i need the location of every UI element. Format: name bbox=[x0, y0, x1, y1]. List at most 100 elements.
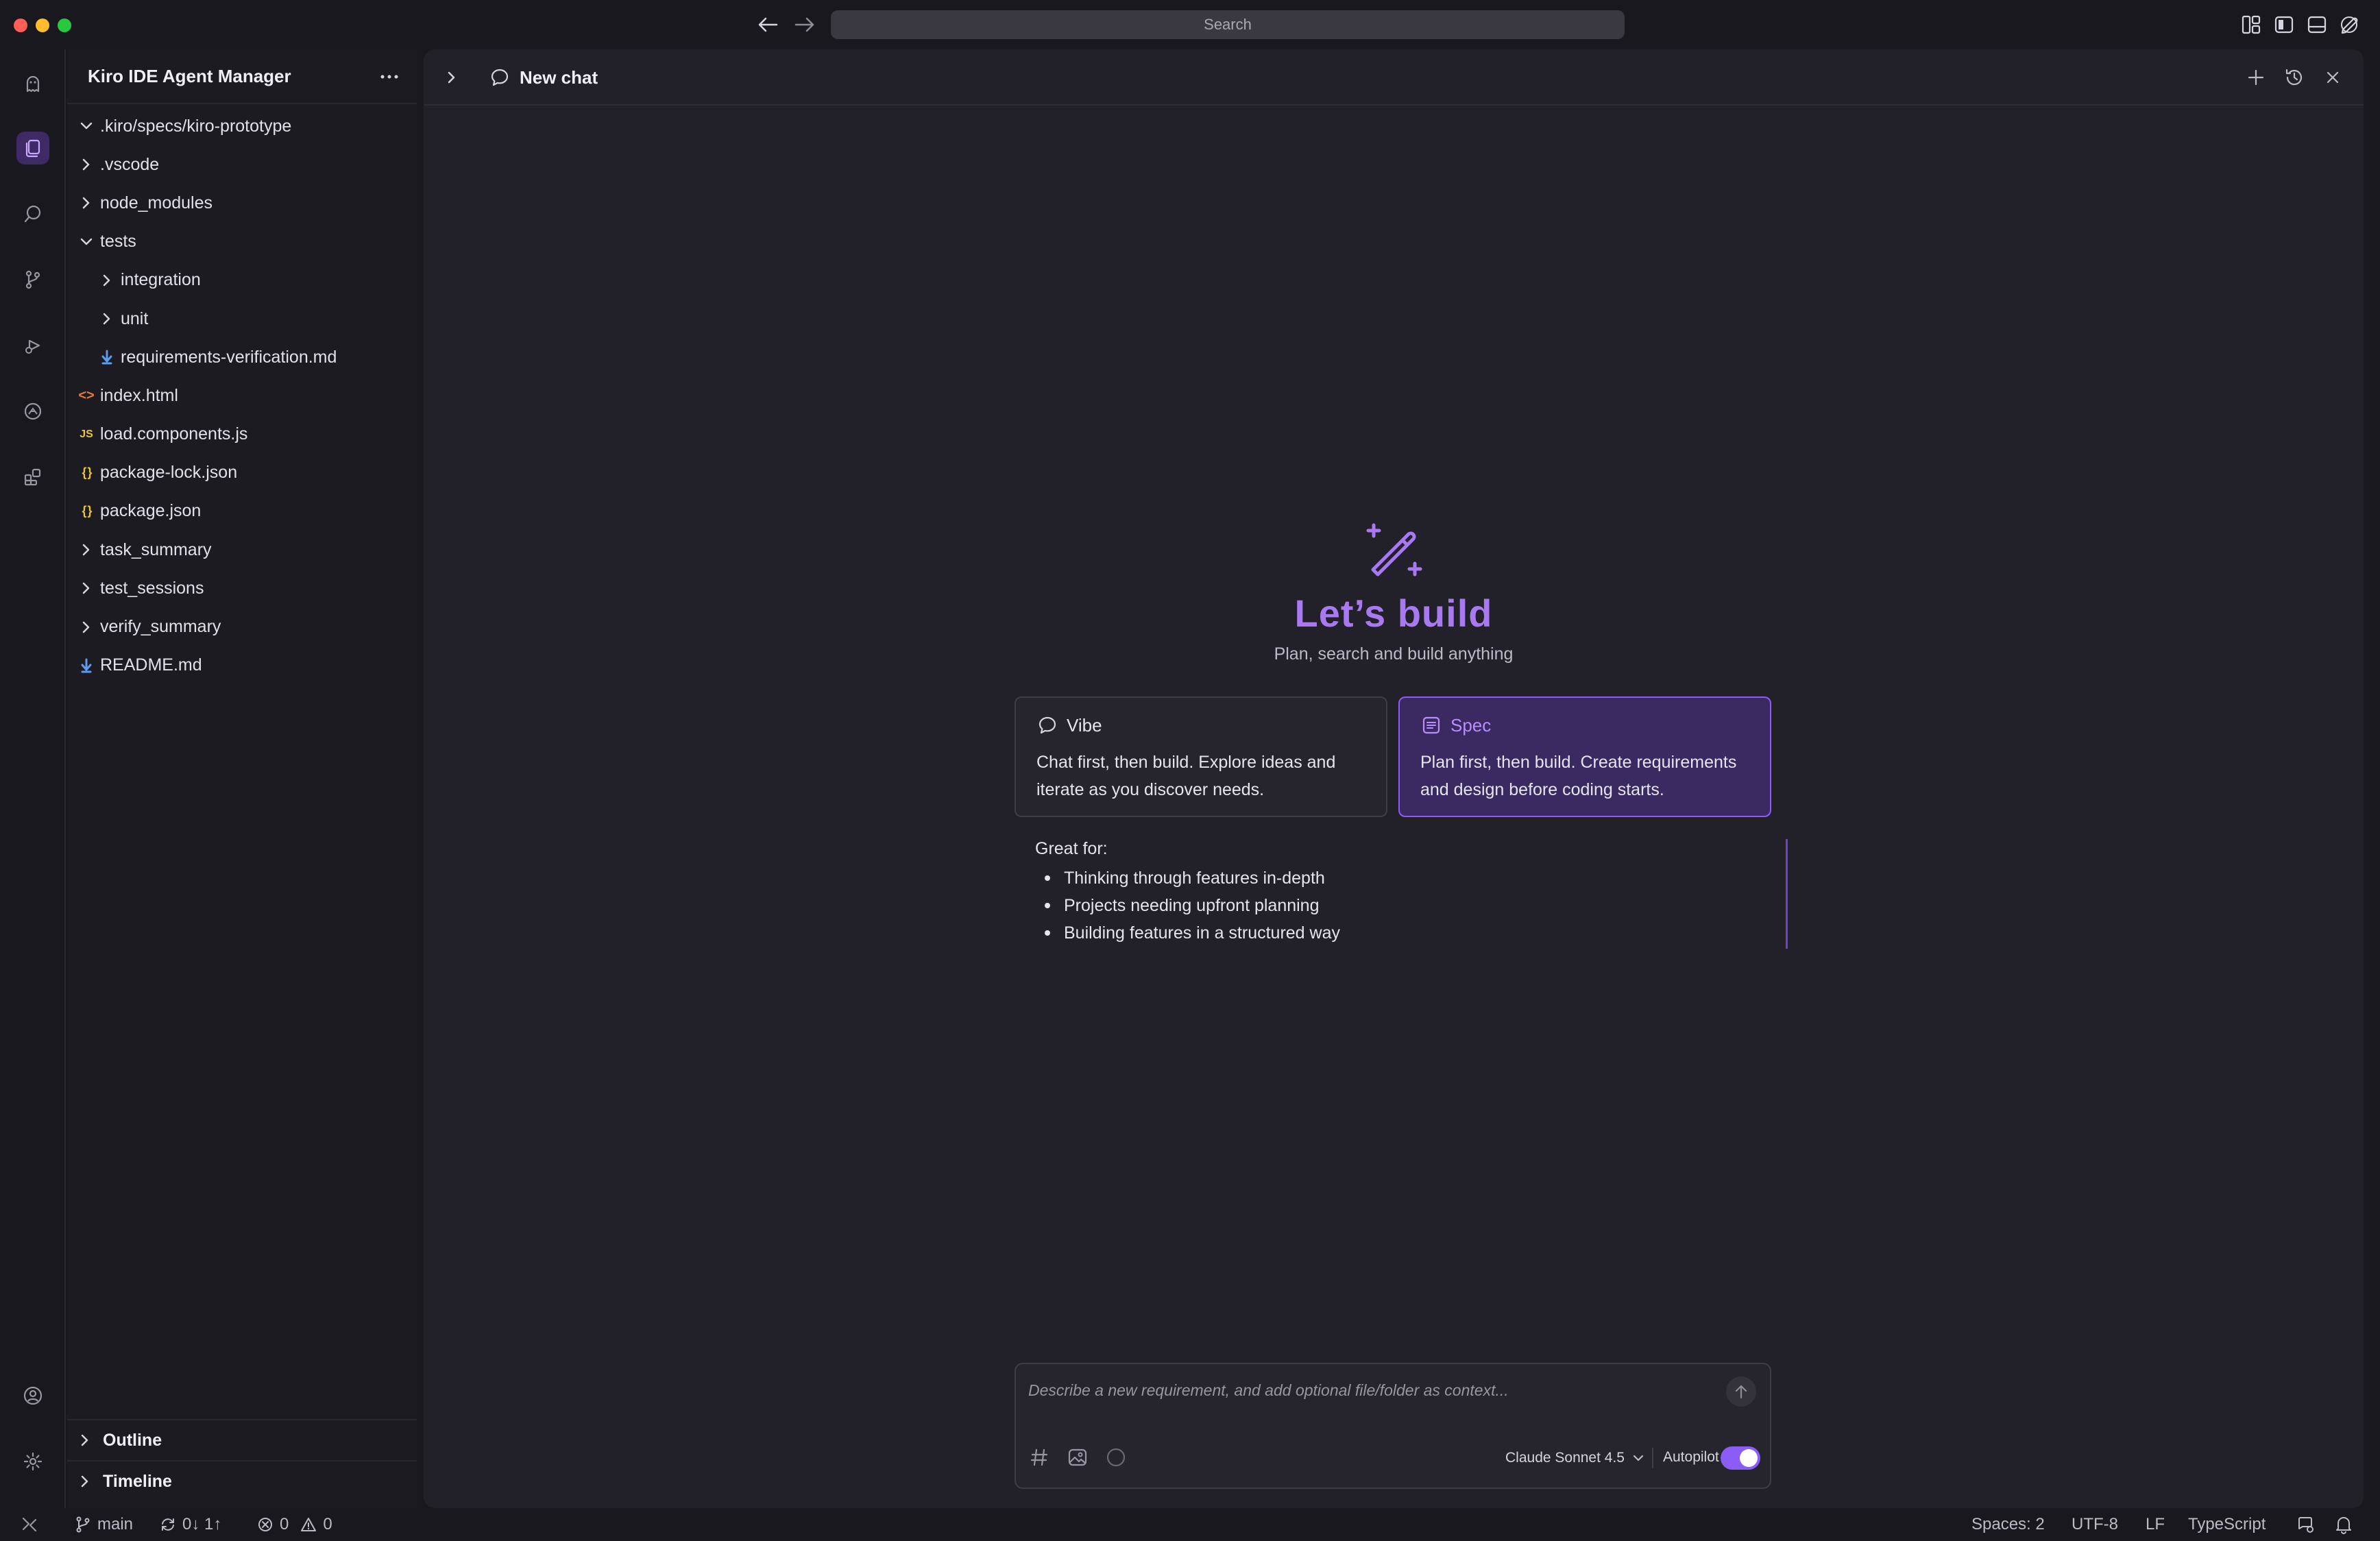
chat-tab-title[interactable]: New chat bbox=[520, 67, 598, 88]
branch-status[interactable]: main bbox=[74, 1508, 133, 1541]
settings-button[interactable] bbox=[16, 1445, 49, 1478]
explorer-button[interactable] bbox=[16, 132, 49, 165]
tree-item[interactable]: node_modules bbox=[67, 184, 417, 222]
language-status[interactable]: TypeScript bbox=[2188, 1508, 2266, 1541]
toggle-knob bbox=[1740, 1449, 1758, 1467]
spec-mode-card[interactable]: Spec Plan first, then build. Create requ… bbox=[1398, 696, 1771, 817]
benefit-text: Projects needing upfront planning bbox=[1064, 896, 1320, 915]
arrow-right-icon bbox=[794, 17, 814, 32]
add-image-button[interactable] bbox=[1065, 1445, 1090, 1470]
sync-icon bbox=[159, 1516, 177, 1533]
extensions-button[interactable] bbox=[16, 461, 49, 494]
model-selector[interactable]: Claude Sonnet 4.5 bbox=[1505, 1446, 1645, 1470]
feedback-button[interactable] bbox=[2296, 1508, 2316, 1541]
tree-item[interactable]: verify_summary bbox=[67, 607, 417, 646]
new-chat-button[interactable] bbox=[2243, 64, 2269, 90]
error-count: 0 bbox=[280, 1515, 289, 1533]
explorer-more-button[interactable] bbox=[376, 64, 403, 89]
ellipsis-icon bbox=[380, 75, 398, 79]
tree-item[interactable]: .kiro/specs/kiro-prototype bbox=[67, 107, 417, 145]
remote-explorer-button[interactable] bbox=[16, 395, 49, 428]
plus-icon bbox=[2248, 69, 2264, 86]
toggle-sidebar-button[interactable] bbox=[2272, 12, 2296, 37]
benefits-title: Great for: bbox=[1035, 839, 1108, 858]
vibe-mode-card[interactable]: Vibe Chat first, then build. Explore ide… bbox=[1015, 696, 1387, 817]
json-file-icon: { } bbox=[82, 465, 92, 480]
source-control-button[interactable] bbox=[16, 263, 49, 296]
timeline-section[interactable]: Timeline bbox=[67, 1460, 417, 1501]
close-window-button[interactable] bbox=[14, 19, 27, 32]
sidebar-toggle-icon bbox=[2274, 16, 2294, 34]
accounts-button[interactable] bbox=[16, 1379, 49, 1412]
hero-subtitle: Plan, search and build anything bbox=[1274, 644, 1514, 664]
html-file-icon: <> bbox=[78, 387, 95, 403]
tree-item[interactable]: test_sessions bbox=[67, 569, 417, 607]
activity-bar bbox=[0, 49, 66, 1508]
benefits-list: Thinking through features in-depth Proje… bbox=[1035, 864, 1786, 947]
tree-item[interactable]: integration bbox=[67, 261, 417, 300]
gear-icon bbox=[23, 1452, 42, 1471]
minimize-window-button[interactable] bbox=[36, 19, 49, 32]
tree-item[interactable]: { } package-lock.json bbox=[67, 454, 417, 492]
tree-item[interactable]: requirements-verification.md bbox=[67, 338, 417, 376]
chat-history-button[interactable] bbox=[2281, 64, 2307, 90]
bullet-icon bbox=[1045, 903, 1050, 908]
arrow-left-icon bbox=[758, 17, 778, 32]
account-icon bbox=[23, 1386, 42, 1405]
tree-item[interactable]: README.md bbox=[67, 646, 417, 685]
indentation-status[interactable]: Spaces: 2 bbox=[1971, 1508, 2045, 1541]
notifications-button[interactable] bbox=[2335, 1508, 2353, 1541]
sync-status[interactable]: 0↓ 1↑ bbox=[159, 1508, 221, 1541]
tree-item[interactable]: unit bbox=[67, 300, 417, 338]
bullet-icon bbox=[1045, 930, 1050, 936]
tree-item-label: package-lock.json bbox=[100, 463, 238, 483]
expand-chat-list-button[interactable] bbox=[441, 67, 462, 88]
context-usage-indicator[interactable] bbox=[1104, 1445, 1128, 1470]
forward-button[interactable] bbox=[791, 12, 818, 37]
kiro-chat-button[interactable] bbox=[2338, 12, 2362, 37]
back-button[interactable] bbox=[754, 12, 781, 37]
requirement-input[interactable] bbox=[1028, 1376, 1714, 1404]
send-button[interactable] bbox=[1726, 1376, 1756, 1407]
markdown-icon bbox=[99, 350, 115, 365]
file-tree: .kiro/specs/kiro-prototype .vscode node_mo… bbox=[67, 107, 417, 685]
close-chat-button[interactable] bbox=[2320, 64, 2346, 90]
tree-item[interactable]: .vscode bbox=[67, 145, 417, 184]
problems-status[interactable]: 0 0 bbox=[256, 1508, 332, 1541]
magic-wand-icon bbox=[1361, 520, 1427, 585]
chat-edit-icon bbox=[2341, 16, 2358, 34]
remote-status-button[interactable] bbox=[21, 1508, 38, 1541]
add-context-button[interactable] bbox=[1027, 1445, 1052, 1470]
tree-item[interactable]: task_summary bbox=[67, 531, 417, 569]
list-item: Projects needing upfront planning bbox=[1045, 892, 1786, 919]
outline-section[interactable]: Outline bbox=[67, 1419, 417, 1460]
spec-mode-description: Plan first, then build. Create requireme… bbox=[1420, 753, 1737, 799]
chevron-right-icon bbox=[78, 156, 95, 173]
tree-item[interactable]: tests bbox=[67, 223, 417, 261]
tree-item[interactable]: <> index.html bbox=[67, 376, 417, 415]
eol-status[interactable]: LF bbox=[2146, 1508, 2165, 1541]
tree-item-label: integration bbox=[121, 270, 201, 290]
kiro-ghost-button[interactable] bbox=[16, 67, 49, 100]
error-icon bbox=[256, 1516, 274, 1533]
title-bar: Search bbox=[0, 0, 2380, 49]
maximize-window-button[interactable] bbox=[58, 19, 71, 32]
toggle-panel-button[interactable] bbox=[2305, 12, 2329, 37]
chevron-down-icon bbox=[78, 234, 95, 250]
warning-icon bbox=[300, 1516, 317, 1533]
tree-item[interactable]: JS load.components.js bbox=[67, 415, 417, 454]
chevron-right-icon bbox=[78, 195, 95, 211]
run-debug-button[interactable] bbox=[16, 329, 49, 362]
search-button[interactable] bbox=[16, 197, 49, 230]
autopilot-toggle[interactable] bbox=[1721, 1446, 1760, 1470]
chat-bubble-icon bbox=[489, 67, 510, 88]
arrow-up-icon bbox=[1735, 1385, 1747, 1399]
encoding-status[interactable]: UTF-8 bbox=[2072, 1508, 2118, 1541]
command-search-bar[interactable]: Search bbox=[831, 10, 1625, 39]
tree-item-label: requirements-verification.md bbox=[121, 347, 337, 367]
customize-layout-button[interactable] bbox=[2239, 12, 2263, 37]
timeline-label: Timeline bbox=[103, 1471, 172, 1491]
tree-item[interactable]: { } package.json bbox=[67, 492, 417, 531]
explorer-sidebar: Kiro IDE Agent Manager .kiro/specs/kiro-… bbox=[67, 49, 417, 1508]
bell-icon bbox=[2336, 1517, 2351, 1534]
